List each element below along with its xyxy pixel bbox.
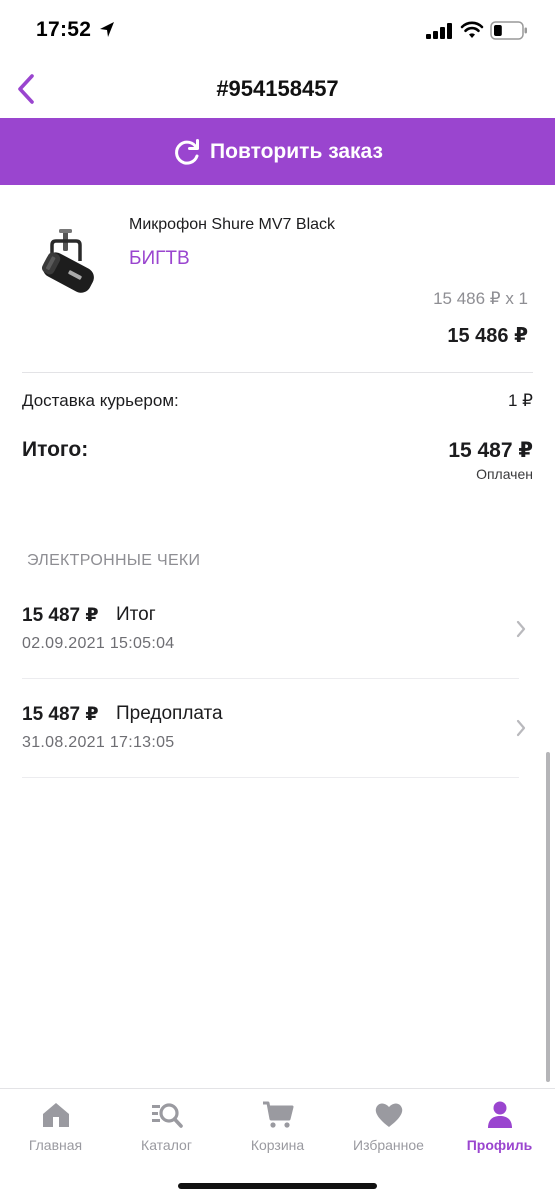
- repeat-order-label: Повторить заказ: [210, 139, 383, 163]
- payment-status: Оплачен: [476, 466, 533, 482]
- scrollbar[interactable]: [546, 752, 550, 1082]
- refresh-icon: [175, 138, 200, 165]
- receipt-row[interactable]: 15 487 ₽ Предоплата 31.08.2021 17:13:05: [0, 682, 555, 778]
- receipt-date: 02.09.2021 15:05:04: [22, 635, 175, 652]
- cart-icon: [262, 1101, 293, 1128]
- product-unit-price: 15 486 ₽ x 1: [433, 289, 528, 308]
- divider: [22, 777, 519, 778]
- wifi-icon: [460, 21, 484, 38]
- total-label: Итого:: [22, 438, 89, 461]
- delivery-price: 1 ₽: [508, 391, 533, 410]
- tab-home[interactable]: Главная: [0, 1089, 111, 1169]
- seller-link[interactable]: БИГТВ: [129, 248, 190, 270]
- total-value: 15 487 ₽: [448, 439, 533, 462]
- heart-icon: [375, 1103, 402, 1127]
- product-image[interactable]: [30, 225, 105, 305]
- delivery-label: Доставка курьером:: [22, 391, 179, 410]
- product-name[interactable]: Микрофон Shure MV7 Black: [129, 216, 335, 234]
- chevron-right-icon: [516, 719, 526, 737]
- tab-label: Корзина: [250, 1137, 305, 1153]
- tab-label: Главная: [28, 1137, 83, 1153]
- product-total-price: 15 486 ₽: [447, 325, 528, 347]
- repeat-order-button[interactable]: Повторить заказ: [0, 118, 555, 185]
- tab-label: Профиль: [466, 1137, 533, 1153]
- receipt-type: Предоплата: [116, 703, 223, 724]
- status-bar: 17:52: [0, 0, 555, 60]
- nav-header: #954158457: [0, 60, 555, 118]
- status-time: 17:52: [36, 18, 92, 41]
- battery-level-fill: [494, 25, 502, 36]
- divider: [22, 372, 533, 373]
- home-indicator[interactable]: [178, 1183, 377, 1189]
- receipt-amount: 15 487 ₽: [22, 605, 99, 626]
- divider: [22, 678, 519, 679]
- receipt-row[interactable]: 15 487 ₽ Итог 02.09.2021 15:05:04: [0, 583, 555, 679]
- tab-label: Каталог: [141, 1137, 192, 1153]
- location-arrow-icon: [100, 22, 114, 37]
- home-icon: [42, 1103, 69, 1127]
- chevron-right-icon: [516, 620, 526, 638]
- signal-icon: [426, 23, 452, 39]
- tab-label: Избранное: [353, 1137, 424, 1153]
- catalog-search-icon: [151, 1103, 183, 1128]
- receipt-type: Итог: [116, 604, 156, 625]
- page-title: #954158457: [216, 76, 339, 101]
- receipt-amount: 15 487 ₽: [22, 704, 99, 725]
- tab-profile[interactable]: Профиль: [444, 1089, 555, 1169]
- receipt-date: 31.08.2021 17:13:05: [22, 734, 175, 751]
- battery-icon: [490, 21, 527, 40]
- tab-cart[interactable]: Корзина: [222, 1089, 333, 1169]
- profile-icon: [487, 1101, 512, 1128]
- receipts-section-title: ЭЛЕКТРОННЫЕ ЧЕКИ: [27, 552, 201, 569]
- order-product: Микрофон Shure MV7 Black БИГТВ 15 486 ₽ …: [0, 185, 555, 373]
- tab-favorites[interactable]: Избранное: [333, 1089, 444, 1169]
- tab-catalog[interactable]: Каталог: [111, 1089, 222, 1169]
